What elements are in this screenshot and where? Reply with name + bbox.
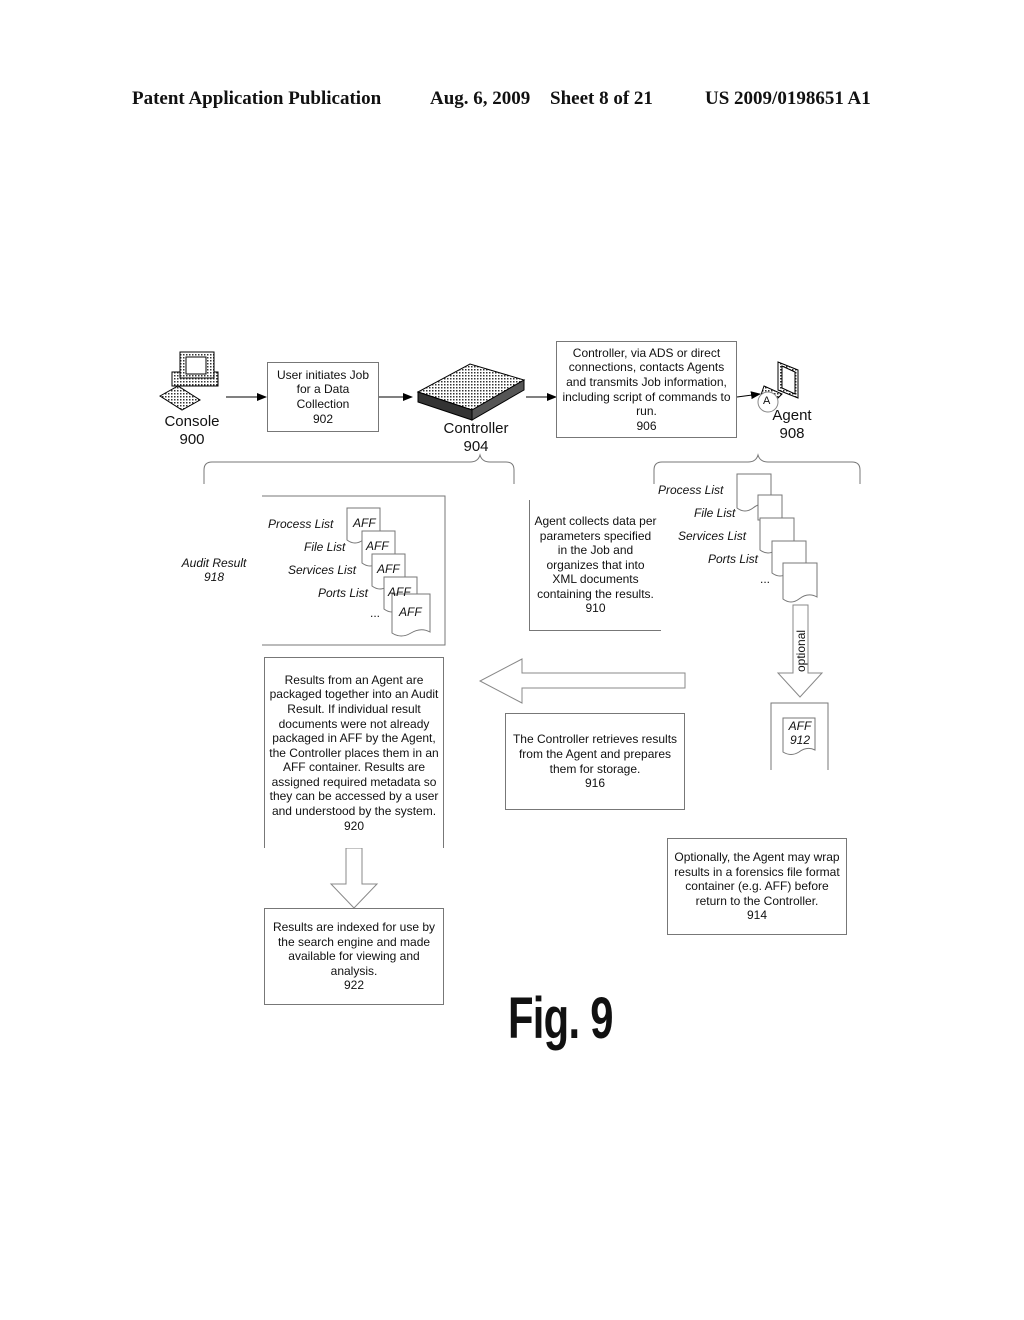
line: them for storage.: [549, 761, 641, 776]
agent-name: Agent: [772, 407, 812, 424]
line: Results are indexed for use by: [272, 920, 436, 935]
line: for a Data: [296, 382, 350, 397]
line: return to the Controller.: [695, 893, 819, 908]
line: connections, contacts Agents: [568, 360, 725, 375]
line: documents were not already: [278, 716, 430, 731]
aff-doc-label: AFF: [399, 605, 422, 619]
aff-912-label: AFF 912: [786, 719, 814, 747]
diagram-graphics: [159, 351, 861, 909]
agent-badge: A: [763, 395, 771, 407]
line: The Controller retrieves results: [512, 732, 678, 747]
aff-912-ref: 912: [789, 733, 811, 747]
step-916-box: The Controller retrieves results from th…: [505, 713, 685, 810]
line: Result. If individual result: [287, 701, 421, 716]
audit-result-ref: 918: [203, 570, 225, 584]
line: and transmits Job information,: [566, 374, 727, 389]
aff-doc-label: AFF: [377, 562, 400, 576]
line: User initiates Job: [276, 367, 370, 382]
line: available for viewing and: [288, 949, 420, 964]
console-label: Console 900: [160, 413, 224, 449]
line: and understood by the system.: [271, 804, 437, 819]
line: Collection: [296, 397, 350, 411]
arrow-906-to-agent: [736, 391, 761, 400]
agent-list-item: Ports List: [708, 552, 759, 566]
line: packaged in AFF by the Agent,: [272, 731, 436, 746]
controller-label: Controller 904: [436, 420, 516, 456]
line: results in a forensics file format: [674, 864, 840, 879]
agent-list-item: Services List: [678, 529, 747, 543]
line: the search engine and made: [277, 934, 431, 949]
line: containing the results.: [537, 586, 654, 601]
agent-list-item: File List: [694, 506, 736, 520]
line: Optionally, the Agent may wrap: [674, 850, 840, 865]
controller-name: Controller: [443, 420, 509, 437]
desktop-computer-icon: [159, 351, 219, 411]
step-920-box: Results from an Agent are packaged toget…: [264, 657, 444, 848]
audit-list-item: Process List: [268, 517, 334, 531]
line: XML documents: [552, 572, 639, 587]
figure-label: Fig. 9: [508, 986, 613, 1051]
line: Agent collects data per: [534, 513, 657, 528]
step-922-box: Results are indexed for use by the searc…: [264, 908, 444, 1005]
step-910-box: Agent collects data per parameters speci…: [529, 500, 661, 631]
audit-result-label: Audit Result 918: [180, 556, 248, 584]
agent-ref: 908: [779, 425, 805, 442]
line: parameters specified: [539, 528, 652, 543]
line: container (e.g. AFF) before: [685, 879, 829, 894]
line: from the Agent and prepares: [518, 746, 672, 761]
line: 914: [746, 908, 768, 923]
line: the Controller places them in an: [269, 745, 439, 760]
aff-912-name: AFF: [788, 719, 812, 733]
server-appliance-icon: [416, 363, 526, 421]
aff-doc-label: AFF: [366, 539, 389, 553]
agent-result-documents: [736, 473, 818, 603]
audit-list-item: File List: [304, 540, 346, 554]
step-914-box: Optionally, the Agent may wrap results i…: [667, 838, 847, 935]
line: they can be accessed by a user: [269, 789, 439, 804]
line: 922: [343, 978, 365, 993]
line: analysis.: [330, 963, 378, 978]
line: AFF container. Results are: [282, 760, 426, 775]
optional-label: optional: [794, 629, 808, 672]
line: including script of commands to: [562, 389, 731, 404]
line: 902: [312, 411, 334, 426]
controller-ref: 904: [463, 438, 489, 455]
agent-list-item: Process List: [658, 483, 724, 497]
line: packaged together into an Audit: [269, 687, 439, 702]
line: assigned required metadata so: [271, 774, 437, 789]
arrow-to-audit-result: [478, 658, 686, 704]
arrow-to-indexing: [329, 847, 379, 909]
console-name: Console: [164, 413, 220, 430]
step-902-box: User initiates Job for a Data Collection…: [267, 362, 379, 432]
line: Results from an Agent are: [284, 672, 424, 687]
audit-list-item: Services List: [288, 563, 357, 577]
line: 906: [636, 418, 657, 433]
line: run.: [636, 404, 657, 419]
audit-result-name: Audit Result: [181, 556, 247, 570]
line: 916: [584, 776, 606, 791]
line: 920: [343, 818, 365, 833]
brace-controller: [203, 453, 515, 484]
line: organizes that into: [546, 557, 645, 572]
agent-label: Agent 908: [764, 407, 820, 443]
agent-list-item: ...: [760, 572, 771, 586]
step-906-box: Controller, via ADS or direct connection…: [556, 341, 737, 438]
line: 910: [585, 601, 606, 616]
aff-doc-label: AFF: [353, 516, 376, 530]
audit-list-item: Ports List: [318, 586, 369, 600]
line: in the Job and: [557, 543, 634, 558]
line: Controller, via ADS or direct: [572, 345, 721, 360]
console-ref: 900: [179, 431, 205, 448]
audit-list-item: ...: [370, 606, 381, 620]
aff-doc-label: AFF: [388, 585, 411, 599]
